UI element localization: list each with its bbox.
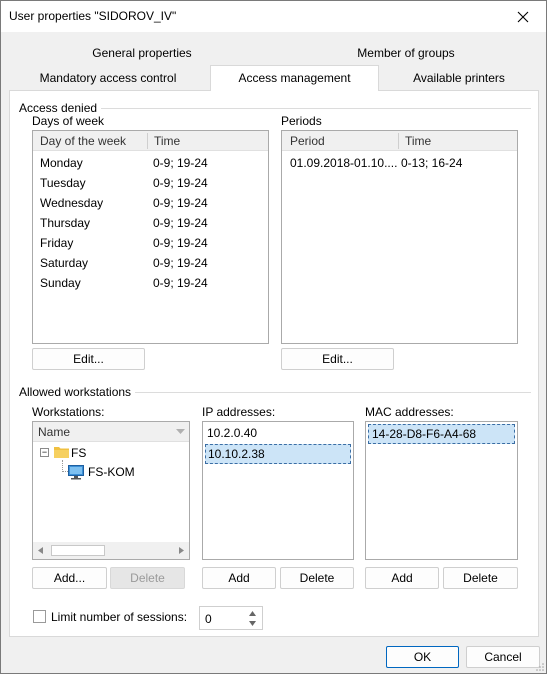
user-properties-dialog: User properties "SIDOROV_IV" General pro… — [0, 0, 547, 674]
sessions-value: 0 — [205, 612, 212, 626]
limit-sessions-label: Limit number of sessions: — [51, 610, 188, 624]
time-cell: 0-9; 19-24 — [153, 236, 208, 250]
day-cell: Monday — [40, 156, 83, 170]
day-cell: Wednesday — [40, 196, 104, 210]
tree-node-fs[interactable]: − FS — [33, 443, 189, 463]
column-separator[interactable] — [147, 133, 148, 149]
mac-add-button[interactable]: Add — [365, 567, 439, 589]
time-cell: 0-9; 19-24 — [153, 216, 208, 230]
scrollbar-thumb[interactable] — [51, 545, 105, 556]
list-item[interactable]: 10.2.0.40 — [203, 423, 353, 443]
allowed-workstations-group-label: Allowed workstations — [19, 385, 136, 399]
day-cell: Saturday — [40, 256, 89, 270]
day-cell: Tuesday — [40, 176, 86, 190]
collapse-icon: − — [41, 447, 48, 457]
time-cell: 0-9; 19-24 — [153, 156, 208, 170]
list-item-selected[interactable]: 14-28-D8-F6-A4-68 — [368, 424, 515, 444]
title-bar[interactable]: User properties "SIDOROV_IV" — [1, 1, 546, 32]
access-denied-group-label: Access denied — [19, 101, 102, 115]
folder-icon — [54, 447, 69, 458]
tree-node-fs-kom[interactable]: FS-KOM — [33, 462, 189, 482]
periods-col-time-header[interactable]: Time — [405, 134, 431, 148]
periods-grid[interactable]: Period Time 01.09.2018-01.10.... 0-13; 1… — [281, 130, 518, 344]
period-cell: 01.09.2018-01.10.... — [290, 156, 398, 170]
periods-col-period-header[interactable]: Period — [290, 134, 325, 148]
ok-button[interactable]: OK — [386, 646, 459, 668]
day-cell: Sunday — [40, 276, 81, 290]
limit-sessions-checkbox[interactable] — [33, 610, 46, 623]
sort-arrow-icon — [176, 429, 185, 434]
mac-item-text: 14-28-D8-F6-A4-68 — [372, 427, 477, 441]
window-title: User properties "SIDOROV_IV" — [9, 9, 177, 23]
tab-member-of-groups[interactable]: Member of groups — [321, 46, 491, 60]
tree-node-label: FS-KOM — [88, 465, 135, 479]
ip-add-button[interactable]: Add — [202, 567, 276, 589]
days-grid-header: Day of the week Time — [33, 131, 268, 151]
days-col-time-header[interactable]: Time — [154, 134, 180, 148]
workstations-tree[interactable]: Name − FS FS-KOM — [32, 421, 190, 560]
time-cell: 0-9; 19-24 — [153, 276, 208, 290]
periods-label: Periods — [281, 114, 322, 128]
mac-addresses-label: MAC addresses: — [365, 405, 454, 419]
tree-header: Name — [33, 422, 189, 442]
time-cell: 0-9; 19-24 — [153, 176, 208, 190]
days-of-week-label: Days of week — [32, 114, 105, 128]
tab-mandatory-access-control[interactable]: Mandatory access control — [23, 71, 193, 85]
ip-delete-button[interactable]: Delete — [280, 567, 354, 589]
workstation-delete-button[interactable]: Delete — [110, 567, 185, 589]
mac-delete-button[interactable]: Delete — [443, 567, 518, 589]
workstation-add-button[interactable]: Add... — [32, 567, 107, 589]
tab-access-management[interactable]: Access management — [210, 65, 379, 91]
table-row[interactable]: Tuesday 0-9; 19-24 — [33, 173, 268, 193]
day-cell: Thursday — [40, 216, 91, 230]
periods-grid-header: Period Time — [282, 131, 517, 151]
ip-item-text: 10.2.0.40 — [207, 426, 258, 440]
days-edit-button[interactable]: Edit... — [32, 348, 145, 370]
close-button[interactable] — [500, 1, 546, 32]
time-cell: 0-13; 16-24 — [401, 156, 463, 170]
collapse-toggle[interactable]: − — [40, 448, 49, 457]
table-row[interactable]: Friday 0-9; 19-24 — [33, 233, 268, 253]
computer-icon — [68, 465, 84, 480]
ip-addresses-list[interactable]: 10.2.0.40 10.10.2.38 — [202, 421, 354, 560]
tab-join — [211, 89, 378, 91]
day-cell: Friday — [40, 236, 74, 250]
table-row[interactable]: Saturday 0-9; 19-24 — [33, 253, 268, 273]
table-row[interactable]: Sunday 0-9; 19-24 — [33, 273, 268, 293]
mac-addresses-list[interactable]: 14-28-D8-F6-A4-68 — [365, 421, 518, 560]
periods-edit-button[interactable]: Edit... — [281, 348, 394, 370]
table-row[interactable]: Thursday 0-9; 19-24 — [33, 213, 268, 233]
tab-available-printers[interactable]: Available printers — [374, 71, 544, 85]
tab-general-properties[interactable]: General properties — [57, 46, 227, 60]
column-separator[interactable] — [398, 133, 399, 149]
spin-down-icon[interactable] — [249, 621, 256, 626]
list-item-selected[interactable]: 10.10.2.38 — [205, 444, 351, 464]
time-cell: 0-9; 19-24 — [153, 196, 208, 210]
time-cell: 0-9; 19-24 — [153, 256, 208, 270]
sessions-number-stepper[interactable]: 0 — [199, 606, 263, 630]
resize-grip-icon[interactable] — [535, 662, 545, 672]
days-of-week-grid[interactable]: Day of the week Time Monday 0-9; 19-24 T… — [32, 130, 269, 344]
spin-up-icon[interactable] — [249, 611, 256, 616]
horizontal-scrollbar[interactable] — [33, 542, 189, 559]
workstations-label: Workstations: — [32, 405, 105, 419]
ip-addresses-label: IP addresses: — [202, 405, 276, 419]
ip-item-text: 10.10.2.38 — [208, 447, 265, 461]
tab-access-management-label: Access management — [238, 71, 351, 85]
table-row[interactable]: Monday 0-9; 19-24 — [33, 153, 268, 173]
table-row[interactable]: 01.09.2018-01.10.... 0-13; 16-24 — [282, 153, 517, 173]
table-row[interactable]: Wednesday 0-9; 19-24 — [33, 193, 268, 213]
cancel-button[interactable]: Cancel — [466, 646, 540, 668]
days-col-day-header[interactable]: Day of the week — [40, 134, 126, 148]
tree-node-label: FS — [71, 446, 87, 460]
close-icon — [517, 11, 529, 22]
scroll-right-icon[interactable] — [179, 547, 184, 554]
tree-col-name-header[interactable]: Name — [38, 425, 70, 439]
scroll-left-icon[interactable] — [38, 547, 43, 554]
